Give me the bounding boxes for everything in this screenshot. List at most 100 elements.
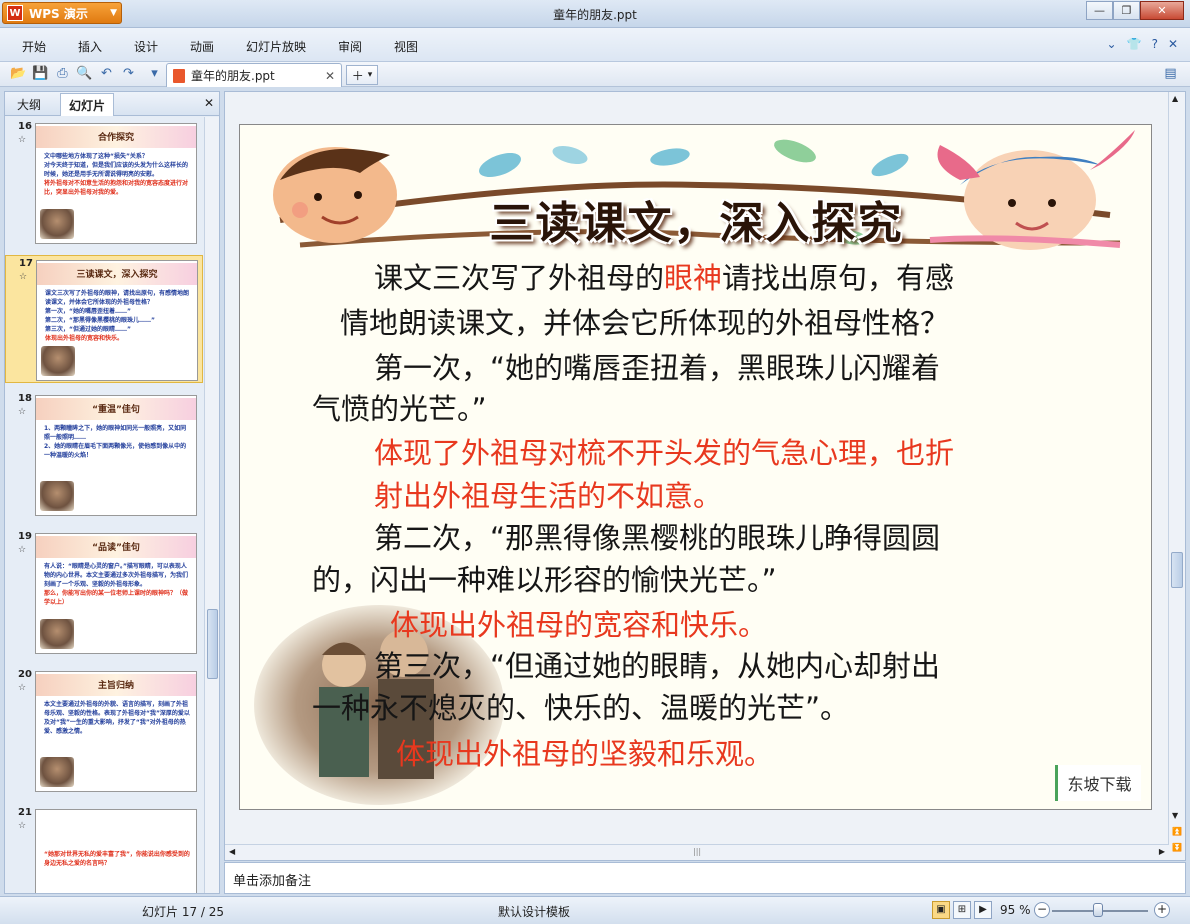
zoom-slider-handle[interactable] [1093, 903, 1103, 917]
zoom-out-button[interactable]: − [1034, 902, 1050, 918]
animation-star-icon: ☆ [18, 135, 27, 145]
slide-line-8: 一种永不熄灭的、快乐的、温暖的光芒”。 [312, 691, 850, 725]
slide-line-4: 气愤的光芒。” [312, 392, 487, 426]
thumbnail-text: 文中哪些地方体现了这种“损失”关系？ 对今天终于知道，但是我们应该的头发为什么这样… [44, 152, 192, 197]
slide-red-line-3: 体现出外祖母的宽容和快乐。 [390, 608, 768, 642]
thumbnail-text: “她那对世界无私的爱丰富了我”，你能说出你感受到的身边无私之爱的名言吗？ [44, 850, 192, 868]
scroll-thumb[interactable] [207, 609, 218, 679]
menu-insert[interactable]: 插入 [78, 38, 102, 55]
thumbnail-line: 对今天终于知道，但是我们应该的头发为什么这样长的时候，她还是用手无所谓说得明亮的… [44, 162, 189, 178]
scroll-right-icon[interactable]: ▶ [1159, 847, 1165, 856]
scroll-down-icon[interactable]: ▼ [1172, 811, 1178, 820]
thumbnail-number: 16 [18, 121, 32, 132]
thumbnail-preview: “重温”佳句 1、两颗瞳眸之下，她的眼神如同光一般照亮，又如同照一般照明…… 2、她… [35, 395, 197, 516]
notes-placeholder[interactable]: 单击添加备注 [233, 870, 311, 889]
slide-canvas[interactable]: ♪ ♪ 三读课文，深入探究 课文三次写了外祖 [239, 124, 1152, 810]
thumbnail-preview: “她那对世界无私的爱丰富了我”，你能说出你感受到的身边无私之爱的名言吗？ [35, 809, 197, 893]
normal-view-button[interactable]: ▣ [932, 901, 950, 919]
slide-red-line-4: 体现出外祖母的坚毅和乐观。 [396, 737, 774, 771]
chevron-down-icon: ▾ [367, 70, 373, 80]
menu-close-icon[interactable]: ✕ [1168, 37, 1178, 51]
menu-bar: 开始 插入 设计 动画 幻灯片放映 审阅 视图 ⌄ 👕 ? ✕ [0, 28, 1190, 62]
toolbar-dropdown-icon[interactable]: ▾ [146, 66, 163, 82]
status-bar: 幻灯片 17 / 25 默认设计模板 ▣ ⊞ ▶ 95 % − + [0, 896, 1190, 924]
close-tab-icon[interactable]: ✕ [325, 69, 335, 83]
thumbnail-line: 第二次，“那黑得像黑樱桃的眼珠儿……” [45, 317, 155, 324]
menu-home[interactable]: 开始 [22, 38, 46, 55]
slide-thumbnail-16[interactable]: 16 ☆ 合作探究文中哪些地方体现了这种“损失”关系？ 对今天终于知道，但是我们应该的… [5, 119, 203, 247]
previous-slide-icon[interactable]: ⏫ [1172, 827, 1182, 836]
close-panel-icon[interactable]: ✕ [204, 96, 214, 110]
thumbnail-line: 1、两颗瞳眸之下，她的眼神如同光一般照亮，又如同照一般照明…… [44, 425, 187, 441]
thumbnail-line: 第一次，“她的嘴唇歪扭着……” [45, 308, 131, 315]
layout-toggle-icon[interactable]: ▤ [1162, 66, 1179, 82]
minimize-button[interactable]: — [1086, 1, 1113, 20]
close-window-button[interactable]: ✕ [1140, 1, 1184, 20]
animation-star-icon: ☆ [18, 407, 27, 417]
skin-icon[interactable]: 👕 [1127, 37, 1142, 51]
tab-outline[interactable]: 大纲 [17, 96, 41, 113]
notes-pane[interactable]: 单击添加备注 [224, 862, 1186, 894]
slide-line-3: 第一次，“她的嘴唇歪扭着，黑眼珠儿闪耀着 [374, 351, 941, 385]
menu-view[interactable]: 视图 [394, 38, 418, 55]
thumbnail-text: 有人说：“眼睛是心灵的窗户。”描写眼睛，可以表现人物的内心世界。本文主要通过多次… [44, 562, 192, 607]
template-name: 默认设计模板 [498, 905, 571, 919]
window-title: 童年的朋友.ppt [553, 8, 637, 22]
slide-line-1: 课文三次写了外祖母的眼神请找出原句，有感 [374, 261, 955, 295]
help-icon[interactable]: ? [1152, 37, 1158, 51]
scroll-grip-icon[interactable]: ||| [693, 847, 701, 856]
menu-review[interactable]: 审阅 [338, 38, 362, 55]
document-tab[interactable]: 童年的朋友.ppt ✕ [166, 63, 342, 87]
thumbnail-title: 合作探究 [97, 133, 134, 143]
animation-star-icon: ☆ [18, 545, 27, 555]
menu-design[interactable]: 设计 [134, 38, 158, 55]
thumbnail-number: 20 [18, 669, 32, 680]
thumbnail-preview: “品读”佳句有人说：“眼睛是心灵的窗户。”描写眼睛，可以表现人物的内心世界。本文… [35, 533, 197, 654]
thumbnail-line: 2、她的眼睛在眉毛下面两颗像光，使他感到像从中的一种温暖的火焰！ [44, 443, 187, 459]
slideshow-button[interactable]: ▶ [974, 901, 992, 919]
editor-horizontal-scrollbar[interactable]: ◀ ||| ▶ [225, 844, 1169, 860]
zoom-in-button[interactable]: + [1154, 902, 1170, 918]
animation-star-icon: ☆ [18, 683, 27, 693]
slide-title: 三读课文，深入探究 [489, 198, 904, 249]
undo-icon[interactable]: ↶ [98, 66, 115, 82]
thumbnail-scrollbar[interactable] [204, 117, 219, 893]
open-folder-icon[interactable]: 📂 [10, 66, 27, 82]
thumbnail-title: “品读”佳句 [92, 543, 140, 553]
thumbnail-title: 主旨归纳 [97, 681, 134, 691]
thumbnail-red-line: 那么，你能写出你的某一位老师上课时的眼神吗？（做学以上） [44, 590, 189, 606]
scroll-up-icon[interactable]: ▲ [1172, 94, 1178, 103]
next-slide-icon[interactable]: ⏬ [1172, 843, 1182, 852]
scroll-left-icon[interactable]: ◀ [229, 847, 235, 856]
thumbnail-photo [41, 346, 75, 376]
slide-thumbnail-21[interactable]: 21 ☆ “她那对世界无私的爱丰富了我”，你能说出你感受到的身边无私之爱的名言吗？ [5, 805, 203, 893]
new-tab-button[interactable]: ＋ ▾ [346, 65, 378, 85]
slides-panel: 大纲 幻灯片 ✕ 16 ☆ 合作探究文中哪些地方体现了这种“损失”关系？ 对今天终于知… [4, 91, 220, 894]
quick-toolbar: 📂 💾 ⎙ 🔍 ↶ ↷ ▾ 童年的朋友.ppt ✕ ＋ ▾ ▤ [0, 62, 1190, 87]
print-icon[interactable]: ⎙ [54, 66, 71, 82]
watermark-label: 东坡下载 [1055, 765, 1141, 801]
slide-editor: ♪ ♪ 三读课文，深入探究 课文三次写了外祖 [224, 91, 1186, 861]
slide-sorter-button[interactable]: ⊞ [953, 901, 971, 919]
slide-line-2: 情地朗读课文，并体会它所体现的外祖母性格？ [340, 306, 950, 340]
thumbnail-text: 课文三次写了外祖母的眼神，请找出原句，有感情地朗读课文，并体会它所体现的外祖母性… [45, 289, 193, 343]
menu-animation[interactable]: 动画 [190, 38, 214, 55]
collapse-ribbon-icon[interactable]: ⌄ [1107, 37, 1117, 51]
tab-slides[interactable]: 幻灯片 [60, 93, 115, 116]
thumbnail-red-line: 体现出外祖母的宽容和快乐。 [45, 335, 124, 342]
slide-thumbnail-17[interactable]: 17 ☆ 三读课文，深入探究 课文三次写了外祖母的眼神，请找出原句，有感情地朗读课文，… [5, 255, 203, 383]
thumbnail-line: 文中哪些地方体现了这种“损失”关系？ [44, 153, 148, 160]
scroll-thumb[interactable] [1171, 552, 1183, 588]
slide-thumbnail-20[interactable]: 20 ☆ 主旨归纳 本文主要通过外祖母的外貌、语言的描写，刻画了外祖母乐观、坚毅的性格… [5, 667, 203, 795]
maximize-button[interactable]: ❐ [1113, 1, 1140, 20]
animation-star-icon: ☆ [18, 821, 27, 831]
redo-icon[interactable]: ↷ [120, 66, 137, 82]
slide-thumbnail-19[interactable]: 19 ☆ “品读”佳句 有人说：“眼睛是心灵的窗户。”描写眼睛，可以表现人物的内心世界… [5, 529, 203, 657]
slide-thumbnail-18[interactable]: 18 ☆ “重温”佳句 1、两颗瞳眸之下，她的眼神如同光一般照亮，又如同照一般照明……… [5, 391, 203, 519]
save-icon[interactable]: 💾 [32, 66, 49, 82]
print-preview-icon[interactable]: 🔍 [76, 66, 93, 82]
thumbnail-photo [40, 619, 74, 649]
editor-vertical-scrollbar[interactable]: ▲ ▼ ⏫ ⏬ [1168, 92, 1185, 860]
menu-right-controls: ⌄ 👕 ? ✕ [1107, 37, 1178, 51]
menu-slideshow[interactable]: 幻灯片放映 [246, 38, 306, 55]
